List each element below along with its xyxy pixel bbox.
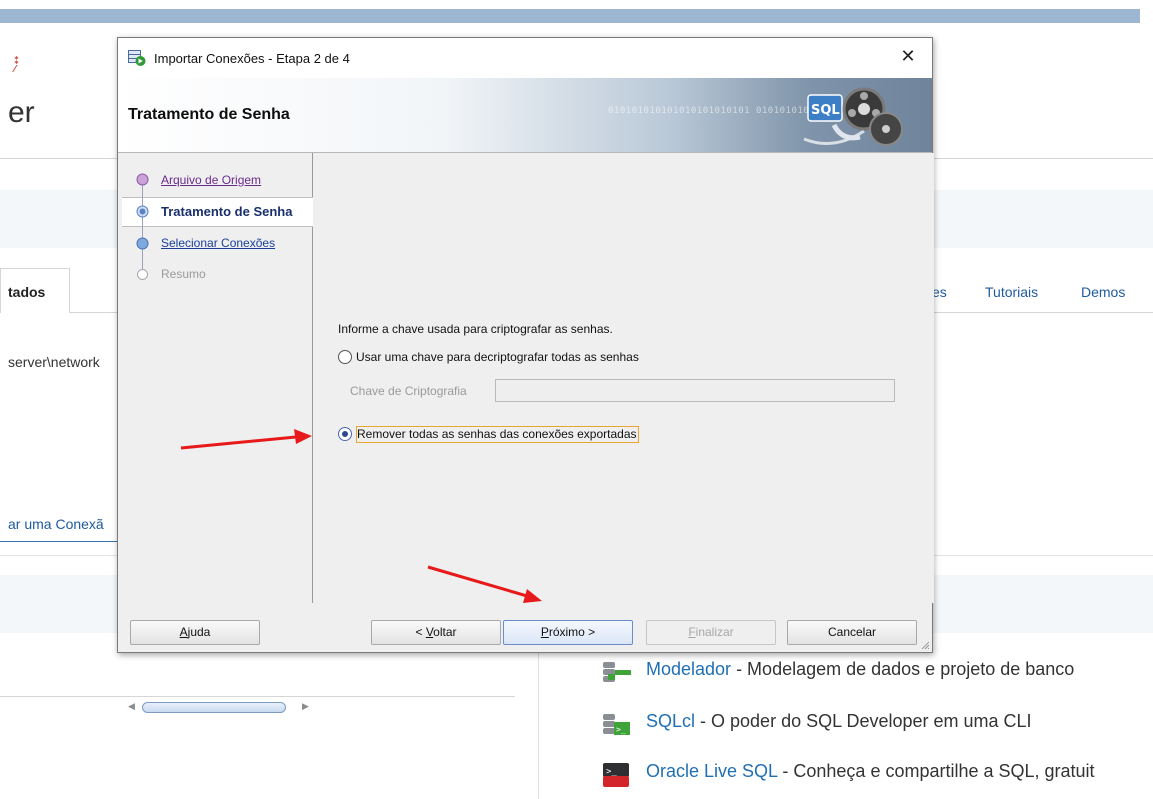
help-button[interactable]: Ajuda [130,620,260,645]
mnemonic: P [540,625,549,639]
password-handling-panel: Informe a chave usada para criptografar … [314,153,934,603]
svg-text:>_: >_ [606,767,617,777]
next-button[interactable]: Próximo > [503,620,633,645]
mnemonic: F [688,625,696,639]
button-label: < [415,625,426,639]
disabled-step-icon [137,269,148,280]
step-tratamento-de-senha: Tratamento de Senha [161,204,292,219]
radio-use-key-option[interactable]: Usar uma chave para decriptografar todas… [338,350,639,364]
wizard-step-title: Tratamento de Senha [128,106,290,123]
button-label: juda [187,625,211,639]
bg-nav-link-tutoriais[interactable]: Tutoriais [985,284,1038,300]
bg-conexao-link[interactable]: ar uma Conexã [8,516,104,532]
product-desc: - Conheça e compartilhe a SQL, gratuit [777,761,1095,781]
import-connections-icon [128,50,146,66]
wizard-banner: Tratamento de Senha 01010101010101010101… [118,78,932,152]
dialog-titlebar[interactable]: Importar Conexões - Etapa 2 de 4 ✕ [118,38,932,78]
resize-grip-icon[interactable] [920,640,930,650]
steps-horizontal-scrollbar[interactable]: ◀ ▶ [126,699,313,716]
step-label[interactable]: Selecionar Conexões [161,236,275,250]
step-resumo: Resumo [161,267,206,281]
live-sql-icon: >_ [603,763,629,787]
divider [538,633,539,799]
finish-button: Finalizar [646,620,776,645]
banner-binary-decoration: 010101010101010101010101 01010101010 [608,106,822,116]
radio-use-key[interactable] [338,350,352,364]
product-link[interactable]: Oracle Live SQL [646,761,777,781]
button-label: inalizar [695,625,734,639]
dialog-title: Importar Conexões - Etapa 2 de 4 [154,51,350,66]
product-desc: - O poder do SQL Developer em uma CLI [695,711,1032,731]
data-modeler-icon [603,662,631,682]
bg-nav-link[interactable]: es [932,284,947,300]
close-icon[interactable]: ✕ [898,46,918,68]
svg-text:SQL: SQL [811,103,840,118]
back-button[interactable]: < Voltar [371,620,501,645]
radio-remove-passwords-label: Remover todas as senhas das conexões exp… [356,426,639,443]
radio-remove-passwords[interactable] [338,427,352,441]
button-label: oltar [433,625,457,639]
steps-connector-line [142,183,143,275]
oracle-logo-fragment: ⁑ ⁄ [14,56,20,75]
import-connections-dialog: Importar Conexões - Etapa 2 de 4 ✕ Trata… [117,37,934,713]
bg-server-path: server\network [8,354,100,370]
mnemonic: A [179,625,188,639]
bg-nav-link-demos[interactable]: Demos [1081,284,1125,300]
encryption-key-prompt: Informe a chave usada para criptografar … [338,322,613,336]
encryption-key-label: Chave de Criptografia [350,384,467,398]
scrollbar-thumb[interactable] [142,702,286,713]
sql-developer-banner-icon: SQL [803,87,903,146]
sqlcl-icon: >_ [603,714,630,735]
wizard-steps-panel: Arquivo de Origem Tratamento de Senha Se… [122,153,313,713]
step-label: Resumo [161,267,206,281]
radio-remove-passwords-option[interactable]: Remover todas as senhas das conexões exp… [338,426,639,443]
visited-step-icon [136,173,149,186]
bg-page-title: er [8,96,35,129]
step-label: Tratamento de Senha [161,204,293,219]
scroll-left-icon[interactable]: ◀ [128,701,135,712]
step-selecionar-conexoes[interactable]: Selecionar Conexões [161,236,275,250]
radio-use-key-label: Usar uma chave para decriptografar todas… [356,350,639,364]
bg-top-strip [0,0,1153,9]
product-desc: - Modelagem de dados e projeto de banco [731,659,1075,679]
button-label: róximo > [548,625,596,639]
step-arquivo-de-origem[interactable]: Arquivo de Origem [161,173,261,187]
divider [0,696,515,697]
next-step-icon [136,237,149,250]
encryption-key-input[interactable] [495,379,895,402]
current-step-icon [136,205,149,218]
product-link[interactable]: SQLcl [646,711,695,731]
bg-header-band [0,9,1140,23]
svg-text:>_: >_ [616,725,626,734]
scroll-right-icon[interactable]: ▶ [302,701,309,712]
bg-tab-label: tados [8,284,46,300]
step-label[interactable]: Arquivo de Origem [161,173,261,187]
cancel-button[interactable]: Cancelar [787,620,917,645]
product-link[interactable]: Modelador [646,659,731,679]
